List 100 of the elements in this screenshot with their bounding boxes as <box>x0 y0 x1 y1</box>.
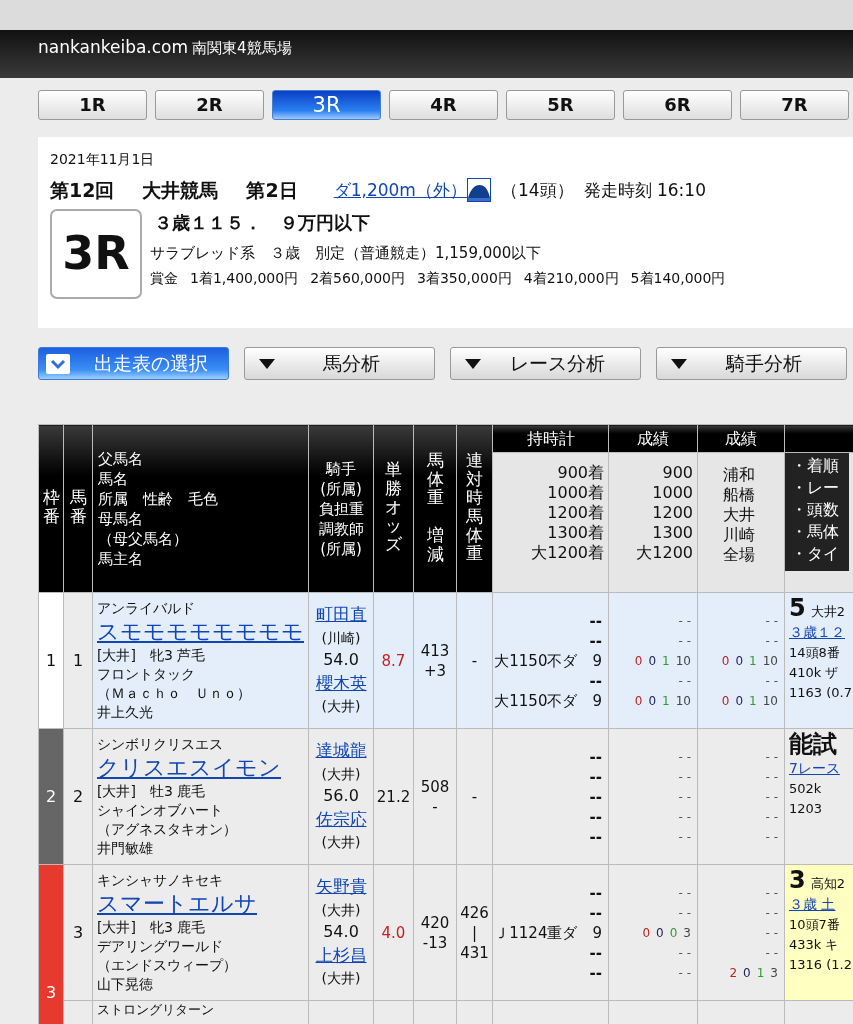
column-subheader: 1300 <box>651 523 693 543</box>
column-subheader: 浦和 <box>722 465 756 485</box>
record-count: 0 <box>735 653 744 668</box>
site-logo[interactable]: nankankeiba.com <box>38 37 189 57</box>
jockey-link[interactable]: 矢野貴 <box>315 876 367 897</box>
horse-name-link[interactable]: スモモモモモモモモ <box>97 618 304 646</box>
dam-name: フロントタック <box>97 664 196 684</box>
trainer-link[interactable]: 佐宗応 <box>315 808 367 829</box>
jockey-affiliation: (川崎) <box>320 628 362 648</box>
trainer-link[interactable]: 上杉昌 <box>315 944 367 965</box>
menu-button[interactable]: 騎手分析 <box>656 347 847 380</box>
record-count: 0 <box>648 653 657 668</box>
carried-weight: 56.0 <box>322 785 360 808</box>
column-subheader: 1200着 <box>546 503 604 523</box>
race-number-badge: 3R <box>50 208 142 299</box>
race-tab[interactable]: 7R <box>740 90 849 120</box>
win-odds: 21.2 <box>376 787 411 806</box>
column-subheader: 1200 <box>651 503 693 523</box>
record-count: 1 <box>749 693 757 708</box>
previous-race-link[interactable]: ３歳 土 <box>789 896 836 912</box>
no-record-dash: -- <box>588 962 602 983</box>
horse-name-link[interactable]: クリスエスイモン <box>97 754 281 782</box>
winning-body-weight: 426 <box>459 902 490 923</box>
weight-change: +3 <box>422 660 448 681</box>
finish-position: 3 <box>789 866 806 894</box>
finish-position: 5 <box>789 594 806 622</box>
trainer-affiliation: (大井) <box>320 833 362 853</box>
column-subheader: 大1200着 <box>530 543 604 563</box>
column-header: 持時計 <box>526 428 575 448</box>
race-venue: 大井2 <box>810 604 845 619</box>
winning-body-weight: | <box>470 922 479 943</box>
hill-icon <box>466 178 491 203</box>
jockey-link[interactable]: 町田直 <box>315 604 367 625</box>
record-count: 10 <box>675 693 691 708</box>
no-record-dash: - - <box>764 748 778 766</box>
course-link[interactable]: ダ1,200m（外） <box>333 177 467 203</box>
finish-position: 能試 <box>789 730 837 758</box>
race-tab[interactable]: 1R <box>38 90 147 120</box>
prize-label: 賞金 <box>150 269 178 288</box>
menu-button[interactable]: レース分析 <box>450 347 641 380</box>
best-time: 大1150不ダ 9 <box>493 690 602 711</box>
jockey-link[interactable]: 達城龍 <box>315 740 367 761</box>
no-record-dash: -- <box>588 942 602 963</box>
sire-name: シンボリクリスエス <box>97 735 224 754</box>
record-count: 3 <box>770 965 778 980</box>
no-record-dash: - - <box>677 788 691 806</box>
horse-profile: [大井] 牝3 鹿毛 <box>97 917 207 937</box>
no-record-dash: - - <box>764 828 778 846</box>
race-tab[interactable]: 5R <box>506 90 615 120</box>
previous-race-link[interactable]: 7レース <box>789 760 840 776</box>
race-tab[interactable]: 3R <box>272 90 381 120</box>
no-record-dash: - - <box>764 904 778 922</box>
runner-count: （14頭） <box>500 178 574 202</box>
trainer-affiliation: (大井) <box>320 697 362 717</box>
horse-number: 3 <box>63 864 93 1001</box>
menu-button[interactable]: 出走表の選択 <box>38 347 229 380</box>
body-weight: 413 <box>419 640 451 661</box>
column-header: 騎手 <box>324 458 357 479</box>
column-header: (所属) <box>319 538 363 559</box>
sire-name: アンライバルド <box>97 599 196 618</box>
no-record-dash: -- <box>588 766 602 787</box>
winning-body-weight: - <box>470 650 479 671</box>
no-record-dash: -- <box>588 806 602 827</box>
record-count: 1 <box>749 653 757 668</box>
horse-profile: [大井] 牝3 芦毛 <box>97 645 207 665</box>
race-date: 2021年11月1日 <box>50 150 156 169</box>
race-tab[interactable]: 6R <box>623 90 732 120</box>
race-tab[interactable]: 2R <box>155 90 264 120</box>
no-record-dash: -- <box>588 902 602 923</box>
no-record-dash: - - <box>764 632 778 650</box>
column-subheader: 1000着 <box>546 483 604 503</box>
column-subheader: 大1200 <box>635 543 693 563</box>
winning-body-weight: 431 <box>459 942 490 963</box>
owner-name: 山下晃徳 <box>97 974 154 994</box>
record-count: 1 <box>756 965 765 980</box>
column-subheader: ・タイ <box>791 543 840 565</box>
caret-icon <box>671 358 687 369</box>
horse-name-link[interactable]: スマートエルサ <box>97 890 257 918</box>
race-conditions: サラブレッド系 ３歳 別定（普通競走）1,159,000以下 <box>150 242 543 264</box>
trainer-link[interactable]: 櫻木英 <box>315 672 367 693</box>
frame-number-cell: 2 <box>38 728 64 865</box>
race-tab[interactable]: 4R <box>389 90 498 120</box>
jockey-affiliation: (大井) <box>320 900 362 920</box>
column-subheader: 船橋 <box>722 485 756 505</box>
no-record-dash: - - <box>764 944 778 962</box>
no-record-dash: - - <box>677 612 691 630</box>
column-subheader: 900着 <box>556 463 604 483</box>
record-count: 3 <box>683 925 691 940</box>
previous-race-link[interactable]: ３歳１２ <box>789 624 845 640</box>
column-header: （母父馬名） <box>98 528 189 549</box>
record-count: 0 <box>721 653 730 668</box>
owner-name: 井上久光 <box>97 702 154 722</box>
win-odds: 4.0 <box>381 923 406 942</box>
column-subheader: 全場 <box>722 545 756 565</box>
no-record-dash: -- <box>588 882 602 903</box>
previous-race-detail: 502k <box>789 780 823 798</box>
no-record-dash: -- <box>588 826 602 847</box>
no-record-dash: - - <box>677 768 691 786</box>
best-time: 大1150不ダ 9 <box>493 650 602 671</box>
menu-button[interactable]: 馬分析 <box>244 347 435 380</box>
